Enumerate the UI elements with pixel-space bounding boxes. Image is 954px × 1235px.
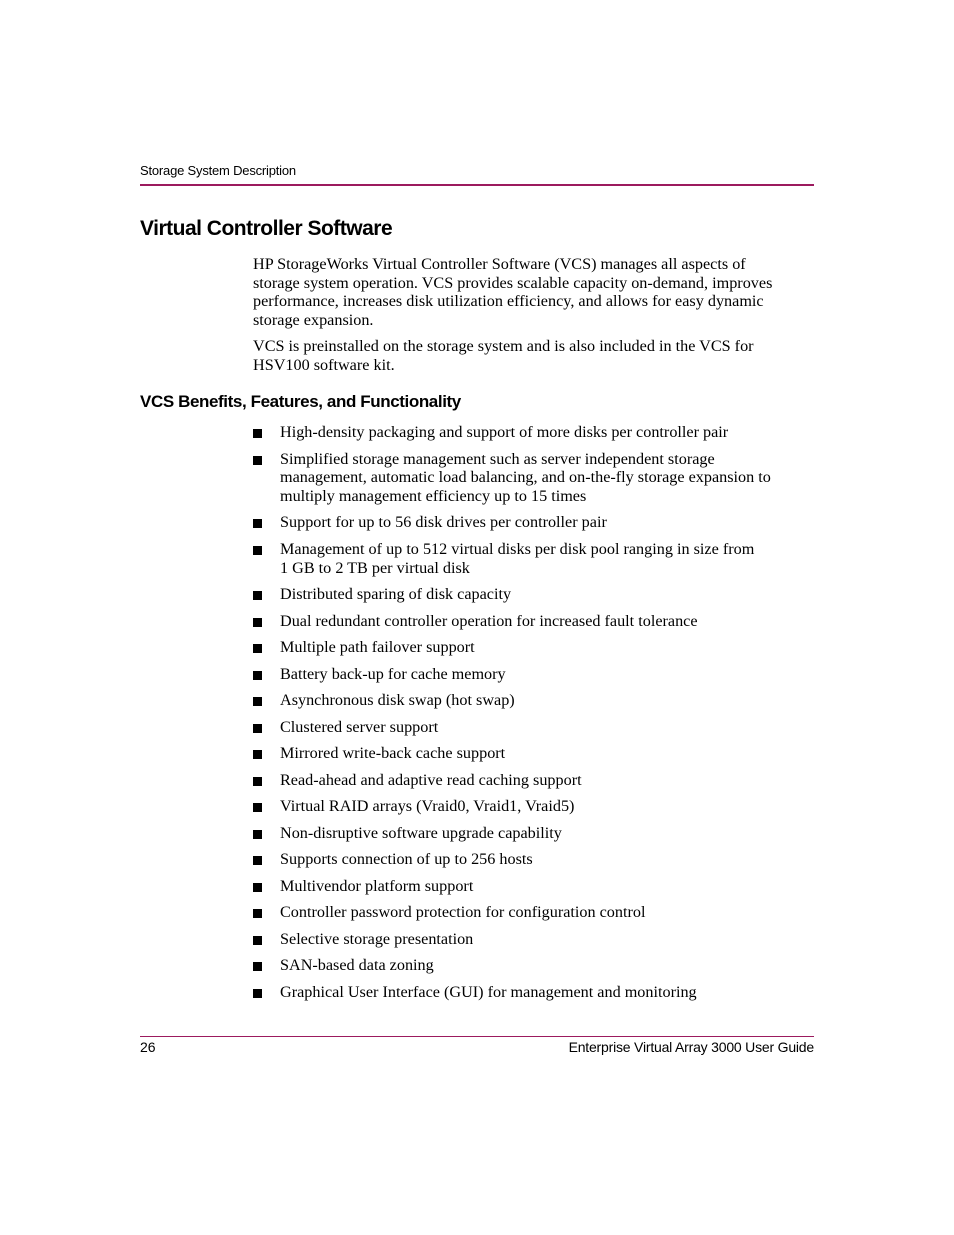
square-bullet-icon: [253, 750, 262, 760]
list-item-text: Selective storage presentation: [280, 929, 474, 948]
square-bullet-icon: [253, 829, 262, 839]
list-item-text: 1 GB to 2 TB per virtual disk: [280, 558, 470, 577]
list-item: Asynchronous disk swap (hot swap): [253, 691, 823, 710]
feature-list: High-density packaging and support of mo…: [253, 423, 823, 1009]
square-bullet-icon: [253, 519, 262, 529]
paragraph-line: storage expansion.: [253, 311, 374, 330]
list-item: High-density packaging and support of mo…: [253, 423, 823, 442]
paragraph-line: HSV100 software kit.: [253, 355, 395, 374]
square-bullet-icon: [253, 723, 262, 733]
list-item: Graphical User Interface (GUI) for manag…: [253, 983, 823, 1002]
running-head: Storage System Description: [140, 163, 296, 178]
square-bullet-icon: [253, 935, 262, 945]
list-item: Selective storage presentation: [253, 930, 823, 949]
square-bullet-icon: [253, 429, 262, 438]
list-item-text: Graphical User Interface (GUI) for manag…: [280, 982, 697, 1001]
list-item-text: Multiple path failover support: [280, 638, 475, 657]
list-item: Virtual RAID arrays (Vraid0, Vraid1, Vra…: [253, 797, 823, 816]
list-item-text: Distributed sparing of disk capacity: [280, 585, 512, 604]
list-item: Non-disruptive software upgrade capabili…: [253, 824, 823, 843]
square-bullet-icon: [253, 803, 262, 813]
list-item: Read-ahead and adaptive read caching sup…: [253, 771, 823, 790]
square-bullet-icon: [253, 617, 262, 627]
list-item-text: Virtual RAID arrays (Vraid0, Vraid1, Vra…: [280, 797, 575, 816]
footer-rule: [140, 1036, 814, 1037]
list-item-text: Management of up to 512 virtual disks pe…: [280, 539, 755, 558]
paragraph-line: performance, increases disk utilization …: [253, 292, 764, 311]
list-item-text: Support for up to 56 disk drives per con…: [280, 513, 607, 532]
square-bullet-icon: [253, 591, 262, 601]
list-item-text: Supports connection of up to 256 hosts: [280, 850, 533, 869]
square-bullet-icon: [253, 455, 262, 465]
paragraph-line: VCS is preinstalled on the storage syste…: [253, 337, 754, 355]
list-item-text: Asynchronous disk swap (hot swap): [280, 691, 515, 710]
list-item: Multivendor platform support: [253, 877, 823, 896]
list-item-text: multiply management efficiency up to 15 …: [280, 486, 587, 505]
list-item: Controller password protection for confi…: [253, 903, 823, 922]
list-item: Clustered server support: [253, 718, 823, 737]
list-item-text: Simplified storage management such as se…: [280, 449, 715, 468]
list-item-text: Dual redundant controller operation for …: [280, 611, 698, 630]
list-item-text: Non-disruptive software upgrade capabili…: [280, 823, 562, 842]
square-bullet-icon: [253, 545, 262, 555]
square-bullet-icon: [253, 644, 262, 654]
page-number: 26: [140, 1039, 156, 1055]
list-item-text: High-density packaging and support of mo…: [280, 423, 729, 441]
list-item-text: Mirrored write-back cache support: [280, 744, 506, 763]
square-bullet-icon: [253, 776, 262, 786]
preinstall-paragraph: VCS is preinstalled on the storage syste…: [253, 337, 823, 374]
list-item-text: Controller password protection for confi…: [280, 903, 646, 922]
list-item: Dual redundant controller operation for …: [253, 612, 823, 631]
header-rule: [140, 184, 814, 186]
list-item-text: Clustered server support: [280, 717, 439, 736]
square-bullet-icon: [253, 962, 262, 972]
square-bullet-icon: [253, 988, 262, 998]
list-item: Mirrored write-back cache support: [253, 744, 823, 763]
list-item: Simplified storage management such as se…: [253, 450, 823, 506]
square-bullet-icon: [253, 882, 262, 892]
list-item-text: management, automatic load balancing, an…: [280, 468, 771, 487]
intro-paragraph: HP StorageWorks Virtual Controller Softw…: [253, 255, 823, 330]
square-bullet-icon: [253, 909, 262, 919]
list-item: SAN-based data zoning: [253, 956, 823, 975]
document-title: Enterprise Virtual Array 3000 User Guide: [568, 1039, 815, 1055]
list-item: Distributed sparing of disk capacity: [253, 585, 823, 604]
list-item-text: Multivendor platform support: [280, 876, 474, 895]
paragraph-line: storage system operation. VCS provides s…: [253, 273, 773, 292]
list-item: Management of up to 512 virtual disks pe…: [253, 540, 823, 577]
square-bullet-icon: [253, 856, 262, 866]
list-item-text: Read-ahead and adaptive read caching sup…: [280, 770, 582, 789]
paragraph-line: HP StorageWorks Virtual Controller Softw…: [253, 255, 746, 273]
section-title: Virtual Controller Software: [140, 217, 393, 240]
subsection-title: VCS Benefits, Features, and Functionalit…: [140, 392, 461, 411]
list-item-text: Battery back-up for cache memory: [280, 664, 506, 683]
list-item: Multiple path failover support: [253, 638, 823, 657]
square-bullet-icon: [253, 697, 262, 707]
list-item: Battery back-up for cache memory: [253, 665, 823, 684]
list-item: Supports connection of up to 256 hosts: [253, 850, 823, 869]
square-bullet-icon: [253, 670, 262, 680]
list-item-text: SAN-based data zoning: [280, 956, 434, 975]
list-item: Support for up to 56 disk drives per con…: [253, 513, 823, 532]
